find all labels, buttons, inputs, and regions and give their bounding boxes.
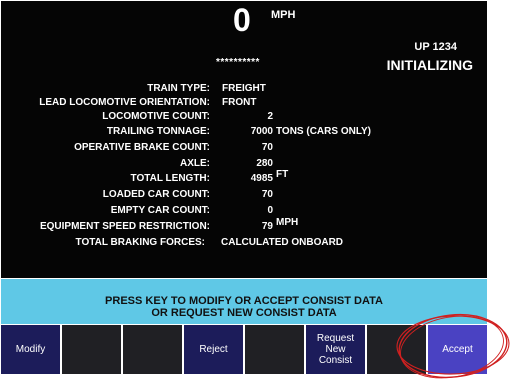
consist-label: LEAD LOCOMOTIVE ORIENTATION: — [39, 97, 210, 108]
prompt-line-1: PRESS KEY TO MODIFY OR ACCEPT CONSIST DA… — [105, 295, 383, 307]
consist-value: FREIGHT — [222, 83, 266, 94]
softkey-2-button[interactable] — [62, 325, 121, 374]
accept-button[interactable]: Accept — [428, 325, 487, 374]
consist-display: 0 MPH ********** UP 1234 INITIALIZING TR… — [1, 1, 487, 278]
consist-label: OPERATIVE BRAKE COUNT: — [74, 142, 210, 153]
consist-row: LOCOMOTIVE COUNT: 2 — [1, 111, 487, 125]
masked-field: ********** — [216, 57, 260, 68]
consist-label: EQUIPMENT SPEED RESTRICTION: — [39, 221, 210, 232]
consist-value: 70 — [261, 142, 273, 153]
consist-row: AXLE: 280 — [1, 158, 487, 172]
softkey-5-button[interactable] — [245, 325, 304, 374]
locomotive-display-panel: 0 MPH ********** UP 1234 INITIALIZING TR… — [0, 0, 488, 376]
consist-value: 2 — [267, 111, 273, 122]
consist-label: TRAILING TONNAGE: — [106, 126, 210, 137]
request-new-consist-button[interactable]: Request New Consist — [306, 325, 365, 374]
consist-value: 7000 — [250, 126, 273, 137]
consist-row: EQUIPMENT SPEED RESTRICTION: 79 MPH — [1, 217, 487, 235]
prompt-line-2: OR REQUEST NEW CONSIST DATA — [151, 307, 337, 319]
consist-row: TOTAL LENGTH: 4985 FT — [1, 169, 487, 187]
consist-label: TOTAL BRAKING FORCES: — [75, 237, 205, 248]
page-edge-fragment: ~ — [240, 383, 270, 391]
consist-value: 4985 — [250, 173, 273, 184]
consist-label: TOTAL LENGTH: — [130, 173, 210, 184]
speed-readout: 0 — [233, 2, 251, 38]
consist-unit: MPH — [276, 217, 299, 228]
consist-value: CALCULATED ONBOARD — [221, 237, 344, 248]
train-id: UP 1234 — [414, 41, 457, 53]
softkey-bar: Modify Reject Request New Consist Accept — [1, 325, 487, 374]
reject-button[interactable]: Reject — [184, 325, 243, 374]
prompt-banner: PRESS KEY TO MODIFY OR ACCEPT CONSIST DA… — [1, 279, 487, 324]
consist-row: EMPTY CAR COUNT: 0 — [1, 205, 487, 219]
consist-row: LOADED CAR COUNT: 70 — [1, 189, 487, 203]
consist-unit: FT — [276, 169, 289, 180]
consist-value: FRONT — [222, 97, 257, 108]
status-text: INITIALIZING — [386, 57, 473, 73]
consist-value: 0 — [267, 205, 273, 216]
consist-label: LOCOMOTIVE COUNT: — [102, 111, 210, 122]
softkey-7-button[interactable] — [367, 325, 426, 374]
consist-label: LOADED CAR COUNT: — [102, 189, 210, 200]
consist-row: TRAIN TYPE: FREIGHT — [1, 83, 487, 97]
consist-value: 280 — [256, 158, 273, 169]
modify-button[interactable]: Modify — [1, 325, 60, 374]
consist-label: TRAIN TYPE: — [147, 83, 210, 94]
speed-unit: MPH — [271, 9, 296, 21]
consist-label: AXLE: — [180, 158, 210, 169]
softkey-3-button[interactable] — [123, 325, 182, 374]
consist-row: TRAILING TONNAGE: 7000 TONS (CARS ONLY) — [1, 126, 487, 140]
consist-row: LEAD LOCOMOTIVE ORIENTATION: FRONT — [1, 97, 487, 111]
consist-unit: TONS (CARS ONLY) — [276, 126, 372, 137]
consist-row: TOTAL BRAKING FORCES: CALCULATED ONBOARD — [1, 237, 487, 251]
consist-label: EMPTY CAR COUNT: — [110, 205, 210, 216]
consist-value: 70 — [261, 189, 273, 200]
consist-row: OPERATIVE BRAKE COUNT: 70 — [1, 142, 487, 156]
consist-value: 79 — [261, 221, 273, 232]
